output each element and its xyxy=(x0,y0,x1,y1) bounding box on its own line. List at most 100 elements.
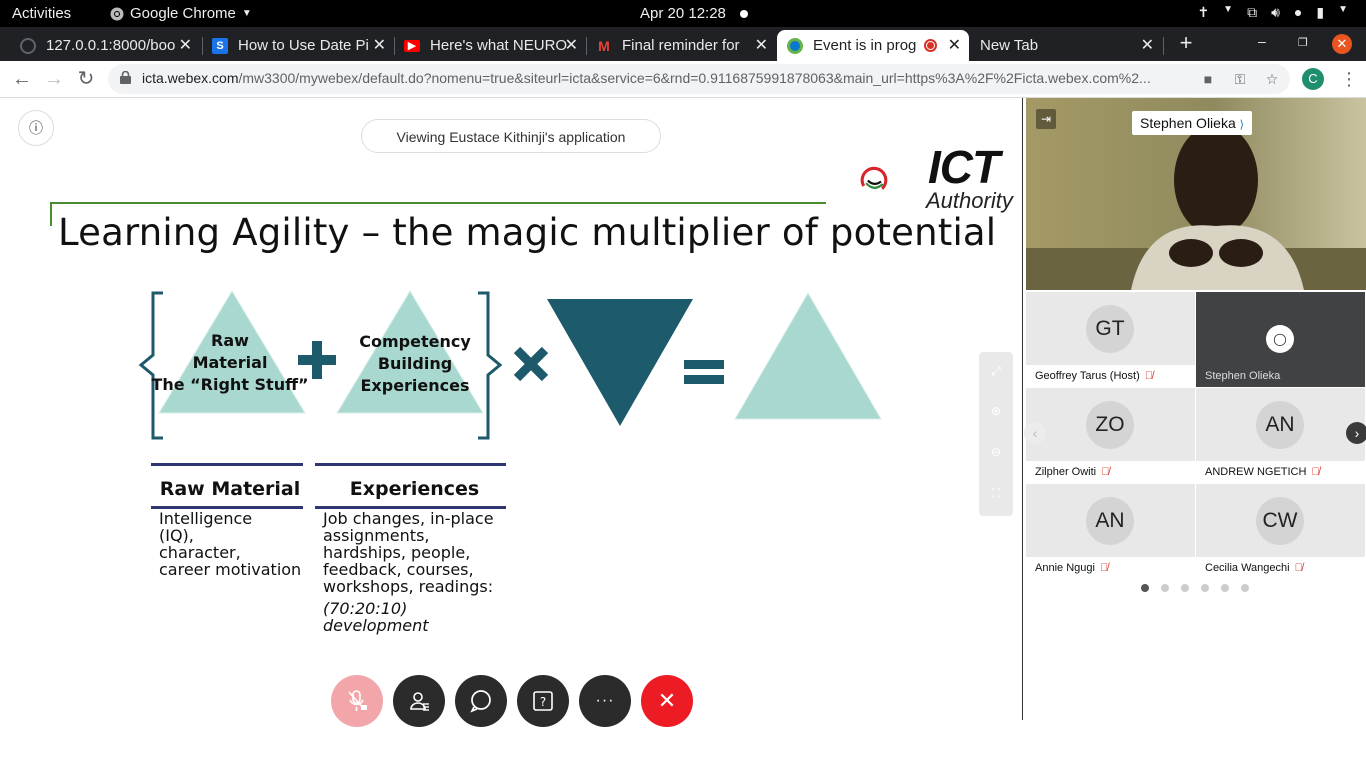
zoom-in-icon[interactable]: ⊕ xyxy=(979,404,1013,418)
tab-gmail[interactable]: M Final reminder for ✕ xyxy=(586,30,776,61)
camera-icon[interactable]: ■ xyxy=(1200,71,1216,87)
chevron-down-icon: ▼ xyxy=(241,8,252,19)
new-tab-button[interactable]: + xyxy=(1174,31,1198,55)
participant-tile[interactable]: CW Cecilia Wangechi 🎙̸ xyxy=(1196,484,1365,579)
active-speaker-name: Stephen Olieka ⟩ xyxy=(1132,111,1252,135)
mic-muted-icon: 🎙̸ xyxy=(1294,562,1303,574)
clock[interactable]: Apr 20 12:28 xyxy=(640,5,726,22)
close-icon: ✕ xyxy=(657,688,677,713)
slide-title-rule xyxy=(50,202,826,204)
key-icon[interactable]: ⚿ xyxy=(1232,71,1248,87)
volume-icon[interactable]: 🔊︎ xyxy=(1271,4,1280,21)
tab-localhost[interactable]: 127.0.0.1:8000/boo ✕ xyxy=(10,30,200,61)
tab-date-picker[interactable]: S How to Use Date Pi ✕ xyxy=(202,30,394,61)
maximize-button[interactable]: ❐ xyxy=(1298,36,1308,49)
triangle-inverted xyxy=(547,299,693,426)
col2-text: Job changes, in-place assignments, hards… xyxy=(323,509,494,596)
webex-content: ⓘ Viewing Eustace Kithinji's application… xyxy=(0,98,1366,768)
logo-ict-text: ICT xyxy=(928,141,1000,193)
chevron-down-icon: ▼ xyxy=(1338,4,1348,15)
close-icon[interactable]: ✕ xyxy=(948,35,961,55)
page-dot[interactable] xyxy=(1181,584,1189,592)
mute-button[interactable] xyxy=(331,675,383,727)
avatar: AN xyxy=(1086,497,1134,545)
equals-sign xyxy=(684,360,724,384)
participant-tile[interactable]: ZO Zilpher Owiti 🎙̸ xyxy=(1026,388,1195,483)
triangle2-label: Competency Building Experiences xyxy=(359,332,471,395)
col1-top-rule xyxy=(151,463,303,466)
youtube-icon: ▶ xyxy=(404,39,420,52)
expand-icon[interactable]: ⤢ xyxy=(979,364,1013,379)
participant-tile[interactable]: ◯ Stephen Olieka xyxy=(1196,292,1365,387)
mic-muted-icon: 🎙̸ xyxy=(1100,562,1109,574)
profile-avatar[interactable]: C xyxy=(1302,68,1324,90)
participant-name: Cecilia Wangechi 🎙̸ xyxy=(1196,557,1365,579)
col1-text: Intelligence (IQ), character, career mot… xyxy=(159,509,302,579)
page-dot[interactable] xyxy=(1141,584,1149,592)
mic-icon[interactable]: ● xyxy=(1294,4,1302,21)
close-icon[interactable]: ✕ xyxy=(179,35,192,55)
reload-button[interactable]: ↻ xyxy=(74,67,98,91)
page-dot[interactable] xyxy=(1161,584,1169,592)
chrome-icon xyxy=(110,7,124,20)
participants-button[interactable] xyxy=(393,675,445,727)
next-page-button[interactable]: › xyxy=(1346,422,1366,444)
logo-authority-text: Authority xyxy=(926,188,1013,213)
leave-meeting-button[interactable]: ✕ xyxy=(641,675,693,727)
page-indicator xyxy=(1141,584,1249,592)
menu-icon[interactable]: ⋮ xyxy=(1340,68,1358,90)
battery-icon[interactable]: ▮ xyxy=(1316,4,1324,21)
app-menu[interactable]: Google Chrome ▼ xyxy=(110,5,252,22)
close-icon[interactable]: ✕ xyxy=(565,35,578,55)
close-icon[interactable]: ✕ xyxy=(373,35,386,55)
mic-muted-icon: 🎙̸ xyxy=(1144,370,1154,382)
zoom-controls: ⤢ ⊕ ⊖ ⛶ xyxy=(979,352,1013,516)
svg-text:?: ? xyxy=(540,695,546,709)
mic-muted-icon: 🎙̸ xyxy=(1311,466,1320,478)
participant-tile[interactable]: GT Geoffrey Tarus (Host) 🎙̸ xyxy=(1026,292,1195,387)
network-icon[interactable]: ⧉ xyxy=(1247,4,1257,21)
participant-tile[interactable]: AN ANDREW NGETICH 🎙̸ xyxy=(1196,388,1365,483)
participant-name: Annie Ngugi 🎙̸ xyxy=(1026,557,1195,579)
page-dot[interactable] xyxy=(1241,584,1249,592)
zoom-out-icon[interactable]: ⊖ xyxy=(979,445,1013,459)
close-icon[interactable]: ✕ xyxy=(1141,35,1154,55)
tab-new-tab[interactable]: New Tab ✕ xyxy=(970,30,1162,61)
panel-divider xyxy=(1022,98,1023,720)
shared-screen: ⓘ Viewing Eustace Kithinji's application… xyxy=(0,98,1022,727)
participant-tile[interactable]: AN Annie Ngugi 🎙̸ xyxy=(1026,484,1195,579)
speaking-icon: ◯ xyxy=(1266,325,1294,353)
audio-wave-icon: ⟩ xyxy=(1239,119,1244,131)
mic-muted-icon xyxy=(348,690,367,711)
participant-name: Stephen Olieka xyxy=(1196,365,1365,387)
times-sign xyxy=(513,346,549,382)
slide-title-rule-vertical xyxy=(50,202,52,226)
minimize-button[interactable]: – xyxy=(1258,33,1266,49)
collapse-panel-icon[interactable]: ⇥ xyxy=(1036,109,1056,129)
url-text[interactable]: icta.webex.com/mw3300/mywebex/default.do… xyxy=(142,70,1192,86)
close-icon[interactable]: ✕ xyxy=(755,35,768,55)
navigation-bar: ← → ↻ icta.webex.com/mw3300/mywebex/defa… xyxy=(0,61,1366,98)
bookmark-star-icon[interactable]: ☆ xyxy=(1264,71,1280,87)
back-button[interactable]: ← xyxy=(10,67,34,91)
accessibility-icon[interactable]: ✝ xyxy=(1197,4,1209,21)
chat-button[interactable] xyxy=(455,675,507,727)
tab-youtube[interactable]: ▶ Here's what NEURO ✕ xyxy=(394,30,586,61)
qa-button[interactable]: ? xyxy=(517,675,569,727)
system-tray[interactable]: ✝ ▼ ⧉ 🔊︎ ● ▮ ▼ xyxy=(1197,4,1348,21)
ellipsis-icon: ··· xyxy=(595,692,615,709)
col2-heading: Experiences xyxy=(349,478,480,500)
tab-webex-event[interactable]: Event is in prog ✕ xyxy=(777,30,969,61)
prev-page-button[interactable]: ‹ xyxy=(1024,422,1046,444)
forward-button[interactable]: → xyxy=(42,67,66,91)
page-dot[interactable] xyxy=(1201,584,1209,592)
fullscreen-icon[interactable]: ⛶ xyxy=(979,486,1013,501)
address-bar[interactable]: icta.webex.com/mw3300/mywebex/default.do… xyxy=(108,64,1290,94)
close-window-button[interactable]: ✕ xyxy=(1332,34,1352,54)
question-icon: ? xyxy=(533,691,553,711)
page-dot[interactable] xyxy=(1221,584,1229,592)
more-options-button[interactable]: ··· xyxy=(579,675,631,727)
info-button[interactable]: ⓘ xyxy=(18,110,54,146)
activities-button[interactable]: Activities xyxy=(12,5,71,22)
lock-icon[interactable] xyxy=(120,71,131,84)
